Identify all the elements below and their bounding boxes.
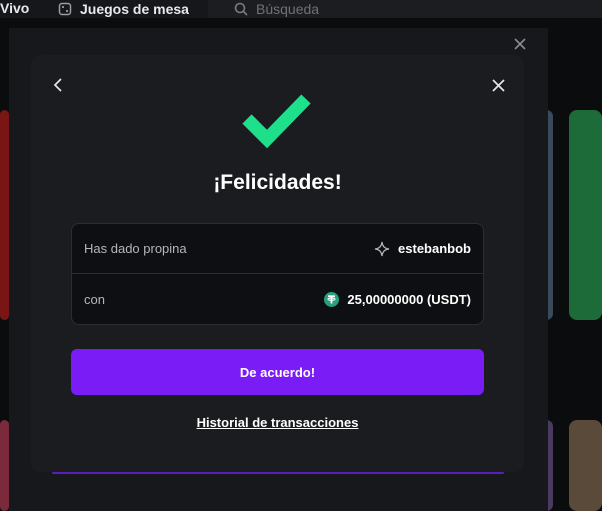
chevron-left-icon bbox=[53, 78, 62, 92]
tip-success-modal: ¡Felicidades! Has dado propina estebanbo… bbox=[31, 55, 524, 472]
nav-table-games-label: Juegos de mesa bbox=[80, 1, 189, 17]
nav-live-link[interactable]: Vivo bbox=[0, 0, 29, 18]
search-input[interactable]: Búsqueda bbox=[234, 0, 319, 18]
tip-recipient-row: Has dado propina estebanbob bbox=[72, 224, 483, 274]
game-tile bbox=[0, 110, 9, 320]
tether-icon bbox=[324, 291, 340, 307]
close-button[interactable] bbox=[487, 74, 509, 96]
close-icon bbox=[514, 38, 526, 50]
tip-summary-card: Has dado propina estebanbob con 25,00000… bbox=[71, 223, 484, 325]
confirm-button[interactable]: De acuerdo! bbox=[71, 349, 484, 395]
amount-label: con bbox=[84, 291, 105, 307]
sparkle-icon bbox=[374, 241, 390, 256]
checkmark-icon bbox=[242, 94, 311, 149]
nav-table-games-link[interactable]: Juegos de mesa bbox=[58, 0, 189, 18]
transaction-history-link[interactable]: Historial de transacciones bbox=[31, 415, 524, 430]
tip-label: Has dado propina bbox=[84, 241, 187, 256]
game-tile bbox=[569, 420, 602, 511]
top-navigation: Vivo Juegos de mesa Búsqueda bbox=[0, 0, 602, 18]
outer-close-button[interactable] bbox=[509, 33, 531, 55]
search-placeholder: Búsqueda bbox=[256, 1, 320, 17]
recipient-name: estebanbob bbox=[398, 241, 471, 256]
tip-amount-row: con 25,00000000 (USDT) bbox=[72, 274, 483, 324]
amount-value: 25,00000000 (USDT) bbox=[347, 291, 471, 307]
game-tile bbox=[569, 110, 602, 320]
dice-icon bbox=[58, 2, 72, 16]
tip-amount: 25,00000000 (USDT) bbox=[324, 291, 471, 307]
close-icon bbox=[491, 78, 505, 92]
tip-recipient: estebanbob bbox=[374, 241, 471, 257]
back-button[interactable] bbox=[47, 74, 69, 96]
success-title: ¡Felicidades! bbox=[213, 171, 342, 194]
search-icon bbox=[234, 2, 248, 16]
game-tile bbox=[0, 420, 9, 511]
